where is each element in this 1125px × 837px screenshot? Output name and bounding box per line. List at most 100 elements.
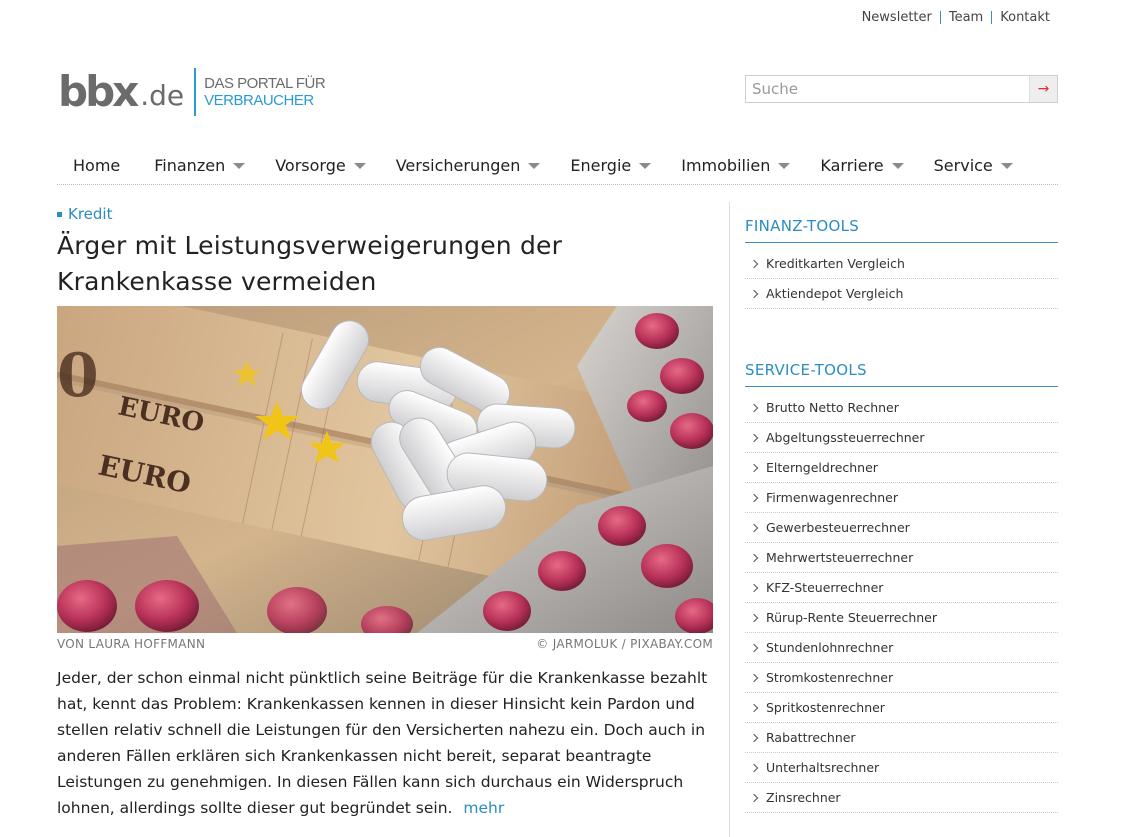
sidebar-link-label: Spritkostenrechner (766, 700, 885, 715)
chevron-right-icon (749, 553, 759, 562)
sidebar-link-label: KFZ-Steuerrechner (766, 580, 884, 595)
sidebar-link-firmenwagenrechner[interactable]: Firmenwagenrechner (745, 483, 1058, 513)
chevron-right-icon (749, 703, 759, 712)
nav-item-vorsorge[interactable]: Vorsorge (259, 156, 366, 175)
sidebar-link-label: Rürup-Rente Steuerrechner (766, 610, 938, 625)
sidebar-link-label: Mehrwertsteuerrechner (766, 550, 914, 565)
article-teaser-text: Jeder, der schon einmal nicht pünktlich … (57, 665, 713, 821)
sidebar-link-kreditkarten-vergleich[interactable]: Kreditkarten Vergleich (745, 249, 1058, 279)
chevron-right-icon (749, 403, 759, 412)
logo-domain: .de (140, 78, 185, 112)
sidebar-link-label: Unterhaltsrechner (766, 760, 880, 775)
article-teaser: Kredit Ärger mit Leistungsverweigerungen… (57, 204, 713, 821)
sidebar-link-gewerbesteuerrechner[interactable]: Gewerbesteuerrechner (745, 513, 1058, 543)
sidebar-link-label: Aktiendepot Vergleich (766, 286, 904, 301)
site-logo[interactable]: bbx .de DAS PORTAL FÜR VERBRAUCHER (58, 66, 326, 118)
finanz-tools-widget: FINANZ-TOOLS Kreditkarten Vergleich Akti… (745, 217, 1058, 309)
nav-item-home[interactable]: Home (57, 156, 120, 175)
sidebar-link-kfz-steuerrechner[interactable]: KFZ-Steuerrechner (745, 573, 1058, 603)
nav-item-label: Energie (570, 155, 632, 175)
bullet-square-icon (57, 211, 62, 217)
nav-item-service[interactable]: Service (918, 156, 1013, 175)
chevron-right-icon (749, 763, 759, 772)
nav-item-versicherungen[interactable]: Versicherungen (380, 156, 541, 175)
chevron-right-icon (749, 643, 759, 652)
arrow-right-icon: → (1037, 81, 1050, 97)
chevron-down-icon (233, 163, 246, 169)
chevron-right-icon (749, 583, 759, 592)
category-link[interactable]: Kredit (57, 204, 713, 224)
image-credit: © JARMOLUK / PIXABAY.COM (536, 637, 713, 651)
sidebar-link-zinsrechner[interactable]: Zinsrechner (745, 783, 1058, 813)
nav-item-label: Vorsorge (275, 155, 346, 175)
nav-item-label: Service (933, 155, 993, 175)
logo-mark: bbx (58, 71, 139, 113)
pills-on-banknotes-photo: EURO EURO 0 (57, 306, 713, 633)
sidebar-link-label: Brutto Netto Rechner (766, 400, 899, 415)
sidebar-link-label: Stromkostenrechner (766, 670, 894, 685)
service-tools-list: Brutto Netto Rechner Abgeltungssteuerrec… (745, 393, 1058, 813)
chevron-right-icon (749, 523, 759, 532)
nav-item-label: Versicherungen (395, 155, 521, 175)
top-links: Newsletter Team Kontakt (854, 10, 1050, 25)
sidebar-divider (729, 202, 730, 837)
sidebar-link-stromkostenrechner[interactable]: Stromkostenrechner (745, 663, 1058, 693)
chevron-right-icon (749, 793, 759, 802)
nav-item-label: Finanzen (154, 155, 226, 175)
chevron-right-icon (749, 733, 759, 742)
search-submit-button[interactable]: → (1029, 76, 1057, 102)
logo-divider (194, 68, 197, 116)
search-input[interactable] (746, 76, 1029, 102)
nav-item-finanzen[interactable]: Finanzen (138, 155, 246, 175)
logo-tagline: DAS PORTAL FÜR VERBRAUCHER (204, 75, 326, 109)
sidebar-link-stundenlohnrechner[interactable]: Stundenlohnrechner (745, 633, 1058, 663)
sidebar-link-label: Gewerbesteuerrechner (766, 520, 910, 535)
nav-item-energie[interactable]: Energie (554, 155, 652, 175)
search-box: → (745, 75, 1058, 103)
nav-item-immobilien[interactable]: Immobilien (665, 155, 791, 175)
category-label: Kredit (68, 205, 113, 223)
logo-mark-text: bbx (58, 67, 139, 116)
logo-tagline-line1: DAS PORTAL FÜR (204, 75, 326, 92)
sidebar-link-aktiendepot-vergleich[interactable]: Aktiendepot Vergleich (745, 279, 1058, 309)
nav-item-label: Karriere (820, 155, 884, 175)
newsletter-link[interactable]: Newsletter (854, 10, 940, 25)
article-headline[interactable]: Ärger mit Leistungsverweigerungen der Kr… (57, 228, 713, 300)
sidebar-link-rabattrechner[interactable]: Rabattrechner (745, 723, 1058, 753)
image-credits: VON LAURA HOFFMANN © JARMOLUK / PIXABAY.… (57, 637, 713, 651)
sidebar-link-spritkostenrechner[interactable]: Spritkostenrechner (745, 693, 1058, 723)
sidebar-link-label: Kreditkarten Vergleich (766, 256, 905, 271)
nav-item-karriere[interactable]: Karriere (804, 155, 904, 175)
chevron-right-icon (749, 613, 759, 622)
sidebar-link-ruerup-rente-steuerrechner[interactable]: Rürup-Rente Steuerrechner (745, 603, 1058, 633)
chevron-down-icon (639, 163, 652, 169)
chevron-down-icon (1000, 163, 1013, 169)
finanz-tools-list: Kreditkarten Vergleich Aktiendepot Vergl… (745, 249, 1058, 309)
sidebar-link-label: Stundenlohnrechner (766, 640, 894, 655)
chevron-down-icon (528, 163, 541, 169)
team-link[interactable]: Team (941, 10, 991, 25)
sidebar-link-unterhaltsrechner[interactable]: Unterhaltsrechner (745, 753, 1058, 783)
sidebar-link-label: Elterngeldrechner (766, 460, 878, 475)
nav-item-label: Home (73, 155, 121, 175)
nav-item-label: Immobilien (681, 155, 771, 175)
chevron-right-icon (749, 289, 759, 298)
teaser-body: Jeder, der schon einmal nicht pünktlich … (57, 669, 708, 817)
chevron-right-icon (749, 493, 759, 502)
chevron-right-icon (749, 433, 759, 442)
kontakt-link[interactable]: Kontakt (992, 10, 1050, 25)
sidebar-link-label: Firmenwagenrechner (766, 490, 898, 505)
sidebar-link-brutto-netto-rechner[interactable]: Brutto Netto Rechner (745, 393, 1058, 423)
sidebar-link-label: Abgeltungssteuerrechner (766, 430, 925, 445)
logo-tagline-line2: VERBRAUCHER (204, 92, 314, 109)
sidebar-link-elterngeldrechner[interactable]: Elterngeldrechner (745, 453, 1058, 483)
service-tools-title: SERVICE-TOOLS (745, 361, 1058, 387)
svg-text:0: 0 (57, 341, 99, 411)
sidebar-link-mehrwertsteuerrechner[interactable]: Mehrwertsteuerrechner (745, 543, 1058, 573)
author-byline: VON LAURA HOFFMANN (57, 637, 206, 651)
chevron-right-icon (749, 673, 759, 682)
more-link[interactable]: mehr (463, 799, 504, 817)
sidebar-link-abgeltungssteuerrechner[interactable]: Abgeltungssteuerrechner (745, 423, 1058, 453)
sidebar-link-label: Zinsrechner (766, 790, 841, 805)
article-image[interactable]: EURO EURO 0 (57, 306, 713, 633)
